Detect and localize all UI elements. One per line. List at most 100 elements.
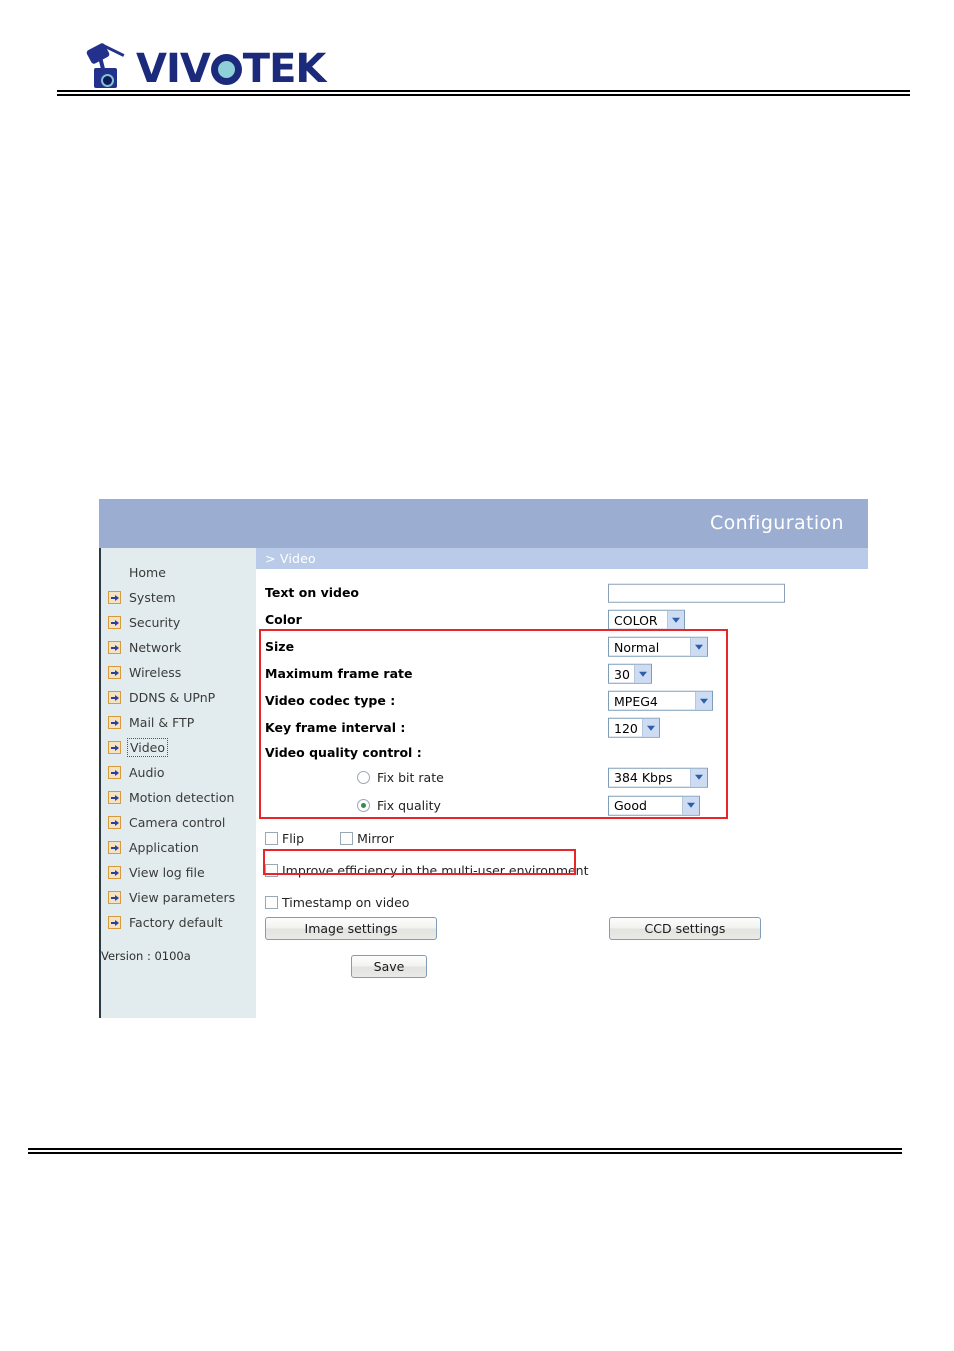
settings-button-row: Image settings CCD settings <box>256 917 868 947</box>
video-settings-form: Text on video Color COLOR Size Normal Ma… <box>256 569 868 989</box>
arrow-right-icon <box>108 866 121 879</box>
sidebar: Home System Security Network Wireless DD… <box>99 548 256 1018</box>
breadcrumb: > Video <box>256 548 868 569</box>
footer-divider <box>28 1148 902 1154</box>
chevron-down-icon <box>695 691 712 710</box>
sidebar-item-camera-control[interactable]: Camera control <box>101 810 256 835</box>
fix-bit-rate-radio[interactable] <box>357 770 370 784</box>
max-frame-rate-select[interactable]: 30 <box>608 663 652 684</box>
chevron-down-icon <box>690 768 707 787</box>
sidebar-item-system[interactable]: System <box>101 585 256 610</box>
arrow-right-icon <box>108 616 121 629</box>
arrow-right-icon <box>108 891 121 904</box>
sidebar-item-label: Factory default <box>129 915 223 930</box>
arrow-right-icon <box>108 666 121 679</box>
form-row-video-quality-control: Video quality control : <box>256 741 868 763</box>
sidebar-item-video[interactable]: Video <box>101 735 256 760</box>
sidebar-item-label: Network <box>129 640 182 655</box>
fix-quality-select[interactable]: Good <box>608 795 700 816</box>
form-row-video-codec-type: Video codec type : MPEG4 <box>256 687 868 714</box>
arrow-right-icon <box>108 716 121 729</box>
fix-quality-radio[interactable] <box>357 798 370 812</box>
fix-bit-rate-select[interactable]: 384 Kbps <box>608 767 708 788</box>
sidebar-item-label: Camera control <box>129 815 226 830</box>
save-button[interactable]: Save <box>351 955 427 978</box>
color-select[interactable]: COLOR <box>608 609 685 630</box>
sidebar-item-security[interactable]: Security <box>101 610 256 635</box>
vivotek-logo: VIV TEK <box>85 42 326 90</box>
arrow-right-icon <box>108 916 121 929</box>
arrow-right-icon <box>108 766 121 779</box>
sidebar-item-application[interactable]: Application <box>101 835 256 860</box>
sidebar-item-label: View log file <box>129 865 205 880</box>
size-label: Size <box>265 639 295 654</box>
sidebar-item-network[interactable]: Network <box>101 635 256 660</box>
image-settings-button[interactable]: Image settings <box>265 917 437 940</box>
logo-o-glyph <box>210 53 242 85</box>
page-title: Configuration <box>709 512 844 534</box>
sidebar-item-mail-ftp[interactable]: Mail & FTP <box>101 710 256 735</box>
timestamp-on-video-checkbox[interactable] <box>265 895 278 909</box>
video-codec-type-select-value: MPEG4 <box>614 693 658 709</box>
mirror-checkbox-group[interactable]: Mirror <box>340 831 394 846</box>
sidebar-item-label: Video <box>126 738 169 757</box>
sidebar-item-label: DDNS & UPnP <box>129 690 216 705</box>
max-frame-rate-select-value: 30 <box>614 666 630 682</box>
fix-bit-rate-select-value: 384 Kbps <box>614 769 673 785</box>
sidebar-item-audio[interactable]: Audio <box>101 760 256 785</box>
size-select[interactable]: Normal <box>608 636 708 657</box>
sidebar-item-label: Audio <box>129 765 165 780</box>
sidebar-item-label: Application <box>129 840 199 855</box>
page-header: VIV TEK <box>0 0 954 110</box>
chevron-down-icon <box>642 718 659 737</box>
content-panel: > Video Text on video Color COLOR Size N… <box>256 548 868 1018</box>
color-label: Color <box>265 612 302 627</box>
arrow-right-icon <box>108 841 121 854</box>
mirror-label: Mirror <box>357 830 394 846</box>
sidebar-item-label: Wireless <box>129 665 182 680</box>
video-codec-type-select[interactable]: MPEG4 <box>608 690 713 711</box>
ccd-settings-button[interactable]: CCD settings <box>609 917 761 940</box>
improve-efficiency-checkbox[interactable] <box>265 863 278 877</box>
chevron-down-icon <box>667 610 684 629</box>
sidebar-item-motion-detection[interactable]: Motion detection <box>101 785 256 810</box>
flip-checkbox-group[interactable]: Flip <box>265 831 304 846</box>
form-row-fix-quality: Fix quality Good <box>256 791 868 819</box>
sidebar-item-label: System <box>129 590 176 605</box>
key-frame-interval-select[interactable]: 120 <box>608 717 660 738</box>
chevron-down-icon <box>634 664 651 683</box>
flip-checkbox[interactable] <box>265 831 278 845</box>
sidebar-item-label: View parameters <box>129 890 236 905</box>
form-row-key-frame-interval: Key frame interval : 120 <box>256 714 868 741</box>
flip-label: Flip <box>282 830 305 846</box>
sidebar-item-ddns-upnp[interactable]: DDNS & UPnP <box>101 685 256 710</box>
form-row-size: Size Normal <box>256 633 868 660</box>
arrow-right-icon <box>108 816 121 829</box>
configuration-titlebar: Configuration <box>99 499 868 548</box>
text-on-video-input[interactable] <box>608 583 785 603</box>
timestamp-on-video-checkbox-group[interactable]: Timestamp on video <box>265 895 409 910</box>
form-row-text-on-video: Text on video <box>256 579 868 606</box>
configuration-body: Home System Security Network Wireless DD… <box>99 548 868 1018</box>
text-on-video-control <box>608 582 785 603</box>
improve-efficiency-checkbox-group[interactable]: Improve efficiency in the multi-user env… <box>265 863 589 878</box>
sidebar-item-factory-default[interactable]: Factory default <box>101 910 256 935</box>
firmware-version-label: Version : 0100a <box>101 949 191 963</box>
sidebar-item-label: Mail & FTP <box>129 715 195 730</box>
mirror-checkbox[interactable] <box>340 831 354 845</box>
sidebar-item-view-log-file[interactable]: View log file <box>101 860 256 885</box>
arrow-right-icon <box>108 691 121 704</box>
arrow-right-icon <box>108 591 121 604</box>
sidebar-item-view-parameters[interactable]: View parameters <box>101 885 256 910</box>
key-frame-interval-select-value: 120 <box>614 720 638 736</box>
network-camera-icon <box>85 42 132 90</box>
improve-efficiency-label: Improve efficiency in the multi-user env… <box>282 862 589 878</box>
fix-quality-label: Fix quality <box>377 797 441 813</box>
sidebar-item-label: Security <box>129 615 181 630</box>
fix-quality-select-value: Good <box>614 797 647 813</box>
sidebar-item-home[interactable]: Home <box>101 560 256 585</box>
header-divider <box>57 90 910 96</box>
arrow-right-icon <box>108 741 121 754</box>
sidebar-item-wireless[interactable]: Wireless <box>101 660 256 685</box>
form-row-fix-bit-rate: Fix bit rate 384 Kbps <box>256 763 868 791</box>
